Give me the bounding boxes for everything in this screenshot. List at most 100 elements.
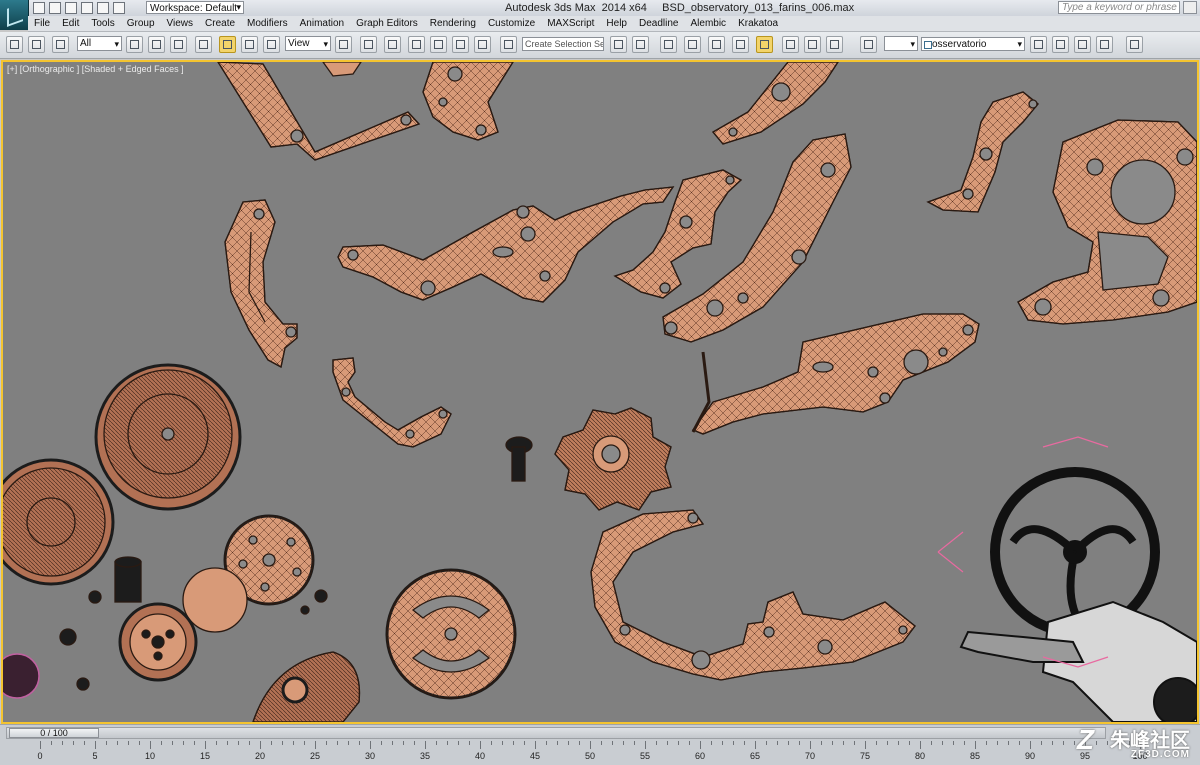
add-to-layer-icon[interactable] bbox=[1052, 36, 1069, 53]
search-icon[interactable] bbox=[1183, 1, 1197, 14]
track-bar[interactable]: 0 5 10 15 20 25 30 35 40 45 50 55 60 65 70 75 80 85 90 95 10… bbox=[6, 741, 1194, 763]
toggle-ribbon-icon[interactable] bbox=[684, 36, 701, 53]
named-selection-set-input[interactable]: Create Selection Se bbox=[522, 37, 604, 51]
workspace-dropdown[interactable]: Workspace: Default bbox=[146, 1, 244, 14]
orthographic-viewport[interactable]: [+] [Orthographic ] [Shaded + Edged Face… bbox=[1, 60, 1199, 724]
reference-coordinate-dropdown[interactable]: View bbox=[285, 36, 331, 51]
unlink-icon[interactable] bbox=[28, 36, 45, 53]
lever-part-top bbox=[422, 62, 514, 141]
snaps-toggle-icon[interactable] bbox=[408, 36, 425, 53]
menu-alembic[interactable]: Alembic bbox=[684, 16, 732, 31]
select-by-name-icon[interactable] bbox=[148, 36, 165, 53]
select-objects-in-layer-icon[interactable] bbox=[1074, 36, 1091, 53]
select-and-rotate-icon[interactable] bbox=[241, 36, 258, 53]
menu-deadline[interactable]: Deadline bbox=[633, 16, 684, 31]
select-and-move-icon[interactable] bbox=[219, 36, 236, 53]
frame-tick bbox=[304, 741, 305, 745]
gear-left-part bbox=[3, 458, 115, 586]
curve-editor-icon[interactable] bbox=[708, 36, 725, 53]
select-and-scale-icon[interactable] bbox=[263, 36, 280, 53]
small-gear-part bbox=[118, 602, 198, 682]
frame-tick bbox=[821, 741, 822, 745]
disc-part bbox=[182, 567, 248, 633]
app-logo-icon[interactable] bbox=[0, 0, 29, 30]
frame-tick-label: 50 bbox=[584, 751, 596, 761]
menu-tools[interactable]: Tools bbox=[85, 16, 120, 31]
menu-rendering[interactable]: Rendering bbox=[424, 16, 482, 31]
menu-help[interactable]: Help bbox=[600, 16, 633, 31]
frame-tick bbox=[447, 741, 448, 745]
frame-tick bbox=[293, 741, 294, 745]
select-manipulate-icon[interactable] bbox=[360, 36, 377, 53]
time-slider[interactable]: 0 / 100 bbox=[6, 727, 1106, 739]
keyboard-shortcut-toggle-icon[interactable] bbox=[384, 36, 401, 53]
menu-graph-editors[interactable]: Graph Editors bbox=[350, 16, 424, 31]
layer-manager-icon[interactable] bbox=[860, 36, 877, 53]
layer-state-dropdown[interactable] bbox=[884, 36, 918, 51]
rectangular-selection-icon[interactable] bbox=[170, 36, 187, 53]
redo-icon[interactable] bbox=[97, 2, 109, 14]
gear-bottom-part bbox=[385, 568, 517, 700]
save-file-icon[interactable] bbox=[65, 2, 77, 14]
selection-filter-dropdown[interactable]: All bbox=[77, 36, 122, 51]
schematic-view-icon[interactable] bbox=[732, 36, 749, 53]
frame-tick-label: 90 bbox=[1024, 751, 1036, 761]
angle-snap-icon[interactable] bbox=[430, 36, 447, 53]
percent-snap-icon[interactable] bbox=[452, 36, 469, 53]
menu-maxscript[interactable]: MAXScript bbox=[541, 16, 600, 31]
spinner-snap-icon[interactable] bbox=[474, 36, 491, 53]
rendered-frame-window-icon[interactable] bbox=[804, 36, 821, 53]
menu-group[interactable]: Group bbox=[121, 16, 161, 31]
frame-tick bbox=[843, 741, 844, 745]
frame-tick bbox=[480, 741, 481, 749]
window-crossing-icon[interactable] bbox=[195, 36, 212, 53]
create-new-layer-icon[interactable] bbox=[1030, 36, 1047, 53]
menu-edit[interactable]: Edit bbox=[56, 16, 85, 31]
set-current-layer-icon[interactable] bbox=[1096, 36, 1113, 53]
open-file-icon[interactable] bbox=[49, 2, 61, 14]
select-object-icon[interactable] bbox=[126, 36, 143, 53]
frame-tick bbox=[887, 741, 888, 745]
menu-customize[interactable]: Customize bbox=[482, 16, 541, 31]
bind-space-warp-icon[interactable] bbox=[52, 36, 69, 53]
frame-tick-label: 70 bbox=[804, 751, 816, 761]
frame-tick-label: 85 bbox=[969, 751, 981, 761]
menu-views[interactable]: Views bbox=[161, 16, 200, 31]
menu-create[interactable]: Create bbox=[199, 16, 241, 31]
frame-tick bbox=[788, 741, 789, 745]
menu-modifiers[interactable]: Modifiers bbox=[241, 16, 294, 31]
edit-named-selection-icon[interactable] bbox=[500, 36, 517, 53]
layer-explorer-icon[interactable] bbox=[660, 36, 677, 53]
frame-tick-label: 75 bbox=[859, 751, 871, 761]
menu-krakatoa[interactable]: Krakatoa bbox=[732, 16, 784, 31]
material-editor-icon[interactable] bbox=[756, 36, 773, 53]
search-input[interactable]: Type a keyword or phrase bbox=[1058, 1, 1180, 14]
frame-tick bbox=[1107, 741, 1108, 745]
new-file-icon[interactable] bbox=[33, 2, 45, 14]
wave-lever-part-center bbox=[337, 186, 675, 303]
frame-tick bbox=[799, 741, 800, 745]
pivot-center-icon[interactable] bbox=[335, 36, 352, 53]
frame-tick bbox=[920, 741, 921, 749]
menu-animation[interactable]: Animation bbox=[294, 16, 350, 31]
frame-tick bbox=[84, 741, 85, 745]
project-folder-icon[interactable] bbox=[113, 2, 125, 14]
mirror-icon[interactable] bbox=[610, 36, 627, 53]
frame-tick bbox=[579, 741, 580, 745]
menu-file[interactable]: File bbox=[28, 16, 56, 31]
frame-tick-label: 65 bbox=[749, 751, 761, 761]
align-icon[interactable] bbox=[632, 36, 649, 53]
viewport-label[interactable]: [+] [Orthographic ] [Shaded + Edged Face… bbox=[7, 64, 184, 74]
title-bar: Workspace: Default Autodesk 3ds Max 2014… bbox=[0, 0, 1200, 17]
bracket-part-top-left bbox=[217, 62, 421, 161]
current-layer-dropdown[interactable]: osservatorio bbox=[921, 37, 1025, 51]
link-icon[interactable] bbox=[6, 36, 23, 53]
time-slider-thumb[interactable]: 0 / 100 bbox=[9, 728, 99, 738]
frame-tick bbox=[832, 741, 833, 745]
undo-icon[interactable] bbox=[81, 2, 93, 14]
graphite-tools-icon[interactable] bbox=[1126, 36, 1143, 53]
render-setup-icon[interactable] bbox=[782, 36, 799, 53]
frame-tick bbox=[876, 741, 877, 745]
screw-part bbox=[505, 436, 533, 482]
render-production-icon[interactable] bbox=[826, 36, 843, 53]
